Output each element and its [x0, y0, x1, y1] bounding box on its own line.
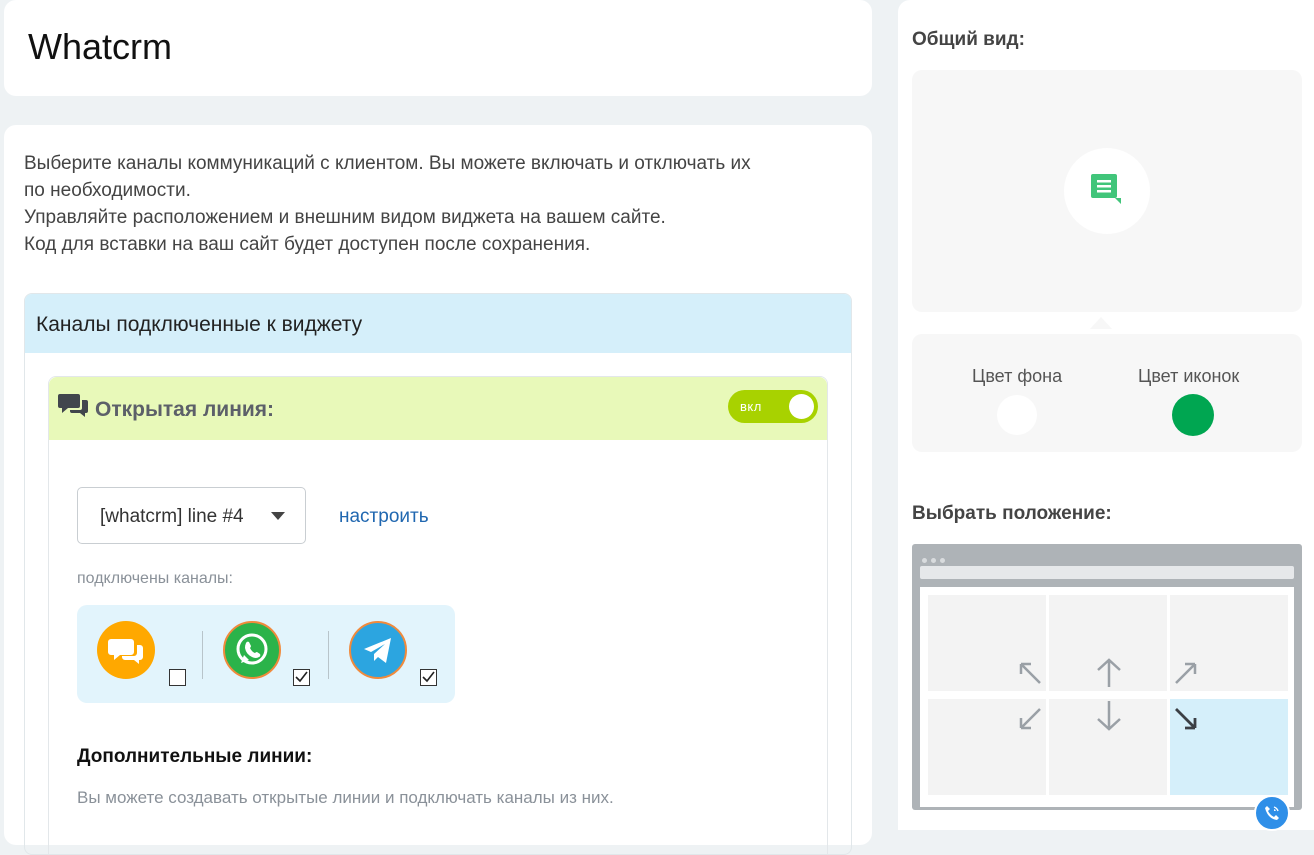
intro-text: Выберите каналы коммуникаций с клиентом.…	[24, 150, 751, 258]
chevron-down-icon	[271, 512, 285, 520]
window-dot	[940, 558, 945, 563]
channel-checkbox-whatsapp[interactable]	[293, 669, 310, 686]
connected-channels-list	[77, 605, 455, 703]
toggle-knob	[789, 394, 814, 419]
chat-bubbles-icon	[97, 621, 155, 679]
header-card: Whatcrm	[4, 0, 872, 96]
main-card: Выберите каналы коммуникаций с клиентом.…	[4, 125, 872, 855]
chat-bubbles-icon	[58, 394, 88, 417]
overview-title: Общий вид:	[912, 29, 1025, 50]
channels-panel-header: Каналы подключенные к виджету	[25, 294, 851, 353]
window-dot	[931, 558, 936, 563]
position-grid	[920, 587, 1294, 831]
bg-color-label: Цвет фона	[972, 366, 1063, 386]
intro-line-4: Код для вставки на ваш сайт будет доступ…	[24, 234, 591, 255]
channel-separator	[328, 631, 329, 679]
channel-checkbox-telegram[interactable]	[420, 669, 437, 686]
channels-panel: Каналы подключенные к виджету Открытая л…	[24, 293, 852, 855]
telegram-icon	[349, 621, 407, 679]
open-line-card: Открытая линия: вкл [whatcrm] line #4 на…	[48, 376, 828, 854]
toggle-label: вкл	[740, 399, 762, 414]
open-line-toggle[interactable]: вкл	[728, 390, 818, 423]
phone-widget-icon	[1254, 795, 1290, 831]
extra-lines-title: Дополнительные линии:	[77, 746, 313, 767]
color-settings: Цвет фона Цвет иконок	[912, 334, 1302, 452]
bg-color-swatch[interactable]	[997, 395, 1037, 435]
open-line-select-value: [whatcrm] line #4	[100, 506, 244, 527]
arrow-down-icon	[1097, 701, 1121, 731]
browser-address-bar	[920, 566, 1294, 579]
arrow-up-icon	[1097, 658, 1121, 687]
arrow-up-left-icon	[1019, 662, 1041, 684]
widget-preview-button	[1064, 148, 1150, 234]
open-line-header: Открытая линия: вкл	[49, 377, 827, 440]
arrow-up-right-icon	[1175, 662, 1197, 684]
configure-link[interactable]: настроить	[339, 506, 429, 528]
window-dot	[922, 558, 927, 563]
icon-color-label: Цвет иконок	[1138, 366, 1240, 386]
whatsapp-icon	[223, 621, 281, 679]
app-title: Whatcrm	[28, 26, 172, 67]
intro-line-1: Выберите каналы коммуникаций с клиентом.…	[24, 153, 751, 174]
channel-separator	[202, 631, 203, 679]
open-line-select[interactable]: [whatcrm] line #4	[77, 487, 306, 544]
intro-line-3: Управляйте расположением и внешним видом…	[24, 207, 666, 228]
position-title: Выбрать положение:	[912, 503, 1112, 524]
arrow-down-left-icon	[1019, 708, 1041, 730]
settings-sidebar: Общий вид: Цвет фона Цвет иконок Выбрать…	[898, 0, 1314, 831]
arrow-down-right-icon	[1175, 708, 1197, 730]
message-icon	[1091, 174, 1121, 204]
position-picker	[912, 544, 1302, 831]
preview-pointer	[1090, 317, 1112, 329]
intro-line-2: по необходимости.	[24, 180, 191, 201]
extra-lines-description: Вы можете создавать открытые линии и под…	[77, 788, 614, 807]
channel-checkbox-open-line[interactable]	[169, 669, 186, 686]
channels-panel-title: Каналы подключенные к виджету	[36, 313, 363, 336]
open-line-title: Открытая линия:	[95, 398, 275, 421]
widget-preview	[912, 70, 1302, 312]
connected-channels-label: подключены каналы:	[77, 570, 233, 587]
icon-color-swatch[interactable]	[1172, 394, 1214, 436]
